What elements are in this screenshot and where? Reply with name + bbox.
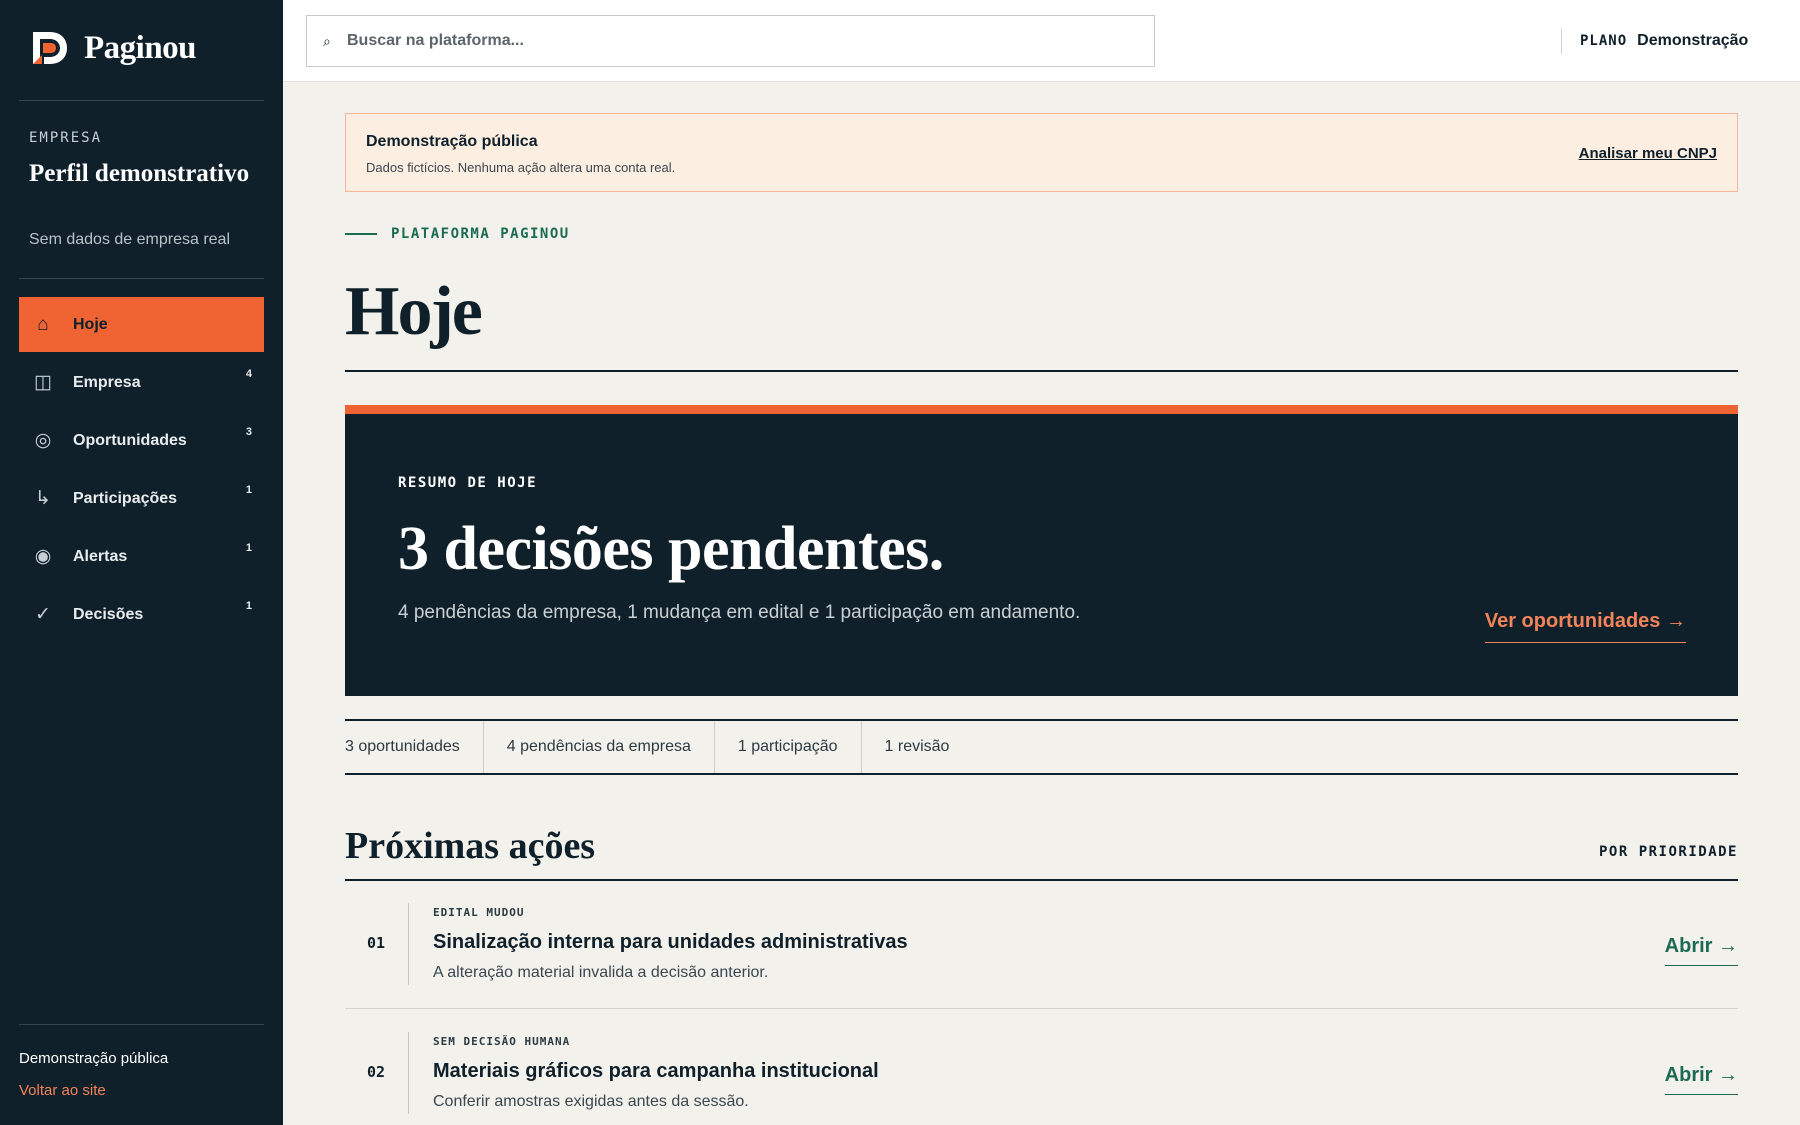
action-divider — [408, 903, 409, 985]
plan-label: PLANO — [1580, 33, 1628, 49]
today-summary-card: RESUMO DE HOJE 3 decisões pendentes. 4 p… — [345, 405, 1738, 696]
title-divider — [345, 370, 1738, 372]
search-input[interactable] — [347, 32, 1127, 50]
return-arrow-icon: ↳ — [35, 488, 51, 509]
search-icon: ⌕ — [323, 32, 331, 49]
sidebar-divider — [19, 100, 264, 101]
topbar: ⌕ PLANO Demonstração — [283, 0, 1800, 82]
sidebar-nav: ⌂ Hoje ◫ Empresa 4 ◎ Oportunidades 3 ↳ P… — [19, 297, 264, 645]
sidebar-divider — [19, 278, 264, 279]
count-badge: 1 — [245, 600, 252, 612]
paginou-logo-icon — [33, 32, 67, 64]
list-item: 02 SEM DECISÃO HUMANA Materiais gráficos… — [345, 1010, 1738, 1125]
summary-text: 4 pendências da empresa, 1 mudança em ed… — [398, 602, 1081, 623]
home-icon: ⌂ — [37, 313, 49, 335]
open-action-link[interactable]: Abrir → — [1664, 1064, 1738, 1095]
stat-opportunities[interactable]: 3 oportunidades — [345, 721, 484, 773]
action-tag: EDITAL MUDOU — [433, 906, 525, 919]
stats-strip: 3 oportunidades 4 pendências da empresa … — [345, 719, 1738, 775]
company-kicker: EMPRESA — [29, 130, 103, 146]
analyze-cnpj-link[interactable]: Analisar meu CNPJ — [1579, 145, 1717, 162]
sidebar-item-label: Alertas — [73, 547, 128, 565]
page-kicker-text: PLATAFORMA PAGINOU — [391, 226, 570, 242]
notice-title: Demonstração pública — [366, 133, 538, 150]
company-title: Perfil demonstrativo — [29, 160, 250, 187]
count-badge: 1 — [245, 484, 252, 496]
brand-name: Paginou — [84, 29, 197, 66]
alert-dot-icon: ◉ — [34, 546, 52, 567]
check-icon: ✓ — [35, 604, 51, 625]
sidebar-item-oportunidades[interactable]: ◎ Oportunidades 3 — [19, 413, 264, 468]
sidebar: Paginou EMPRESA Perfil demonstrativo Sem… — [0, 0, 283, 1125]
count-badge: 3 — [245, 426, 252, 438]
sidebar-item-decisoes[interactable]: ✓ Decisões 1 — [19, 587, 264, 642]
action-divider — [408, 1032, 409, 1114]
count-badge: 4 — [245, 368, 252, 380]
action-title: Materiais gráficos para campanha institu… — [433, 1060, 879, 1082]
summary-kicker: RESUMO DE HOJE — [398, 475, 538, 491]
sidebar-item-label: Participações — [73, 489, 178, 507]
plan-value: Demonstração — [1637, 32, 1749, 49]
page-title: Hoje — [345, 273, 483, 350]
plan-indicator: PLANO Demonstração — [1561, 28, 1748, 54]
sidebar-item-label: Decisões — [73, 605, 144, 623]
back-to-site-link[interactable]: Voltar ao site — [19, 1082, 106, 1099]
action-number: 02 — [367, 1063, 386, 1081]
action-number: 01 — [367, 934, 386, 952]
summary-title: 3 decisões pendentes. — [398, 515, 944, 583]
stat-reviews[interactable]: 1 revisão — [862, 721, 973, 773]
company-subtitle: Sem dados de empresa real — [29, 231, 230, 248]
target-icon: ◎ — [34, 430, 52, 451]
demo-notice: Demonstração pública Dados fictícios. Ne… — [345, 113, 1738, 192]
sidebar-item-label: Empresa — [73, 373, 141, 391]
building-icon: ◫ — [34, 372, 52, 393]
count-badge: 1 — [245, 542, 252, 554]
action-tag: SEM DECISÃO HUMANA — [433, 1035, 571, 1048]
action-description: A alteração material invalida a decisão … — [433, 964, 769, 981]
sidebar-item-alertas[interactable]: ◉ Alertas 1 — [19, 529, 264, 584]
sidebar-item-hoje[interactable]: ⌂ Hoje — [19, 297, 264, 352]
brand[interactable]: Paginou — [30, 28, 197, 68]
sidebar-footer-title: Demonstração pública — [19, 1050, 169, 1067]
sort-label[interactable]: POR PRIORIDADE — [1599, 844, 1738, 860]
search-box[interactable]: ⌕ — [306, 15, 1155, 67]
sidebar-divider — [19, 1024, 264, 1025]
kicker-line — [345, 233, 377, 235]
sidebar-item-label: Oportunidades — [73, 431, 187, 449]
notice-text: Dados fictícios. Nenhuma ação altera uma… — [366, 160, 676, 175]
open-action-link[interactable]: Abrir → — [1664, 935, 1738, 966]
view-opportunities-link[interactable]: Ver oportunidades → — [1484, 610, 1686, 643]
stat-company-pending[interactable]: 4 pendências da empresa — [484, 721, 715, 773]
page-kicker: PLATAFORMA PAGINOU — [345, 226, 570, 242]
sidebar-item-empresa[interactable]: ◫ Empresa 4 — [19, 355, 264, 410]
list-item: 01 EDITAL MUDOU Sinalização interna para… — [345, 881, 1738, 1009]
sidebar-item-participacoes[interactable]: ↳ Participações 1 — [19, 471, 264, 526]
sidebar-item-label: Hoje — [73, 315, 108, 333]
stat-participations[interactable]: 1 participação — [715, 721, 862, 773]
section-title: Próximas ações — [345, 825, 596, 867]
action-description: Conferir amostras exigidas antes da sess… — [433, 1093, 749, 1110]
action-title: Sinalização interna para unidades admini… — [433, 931, 908, 953]
